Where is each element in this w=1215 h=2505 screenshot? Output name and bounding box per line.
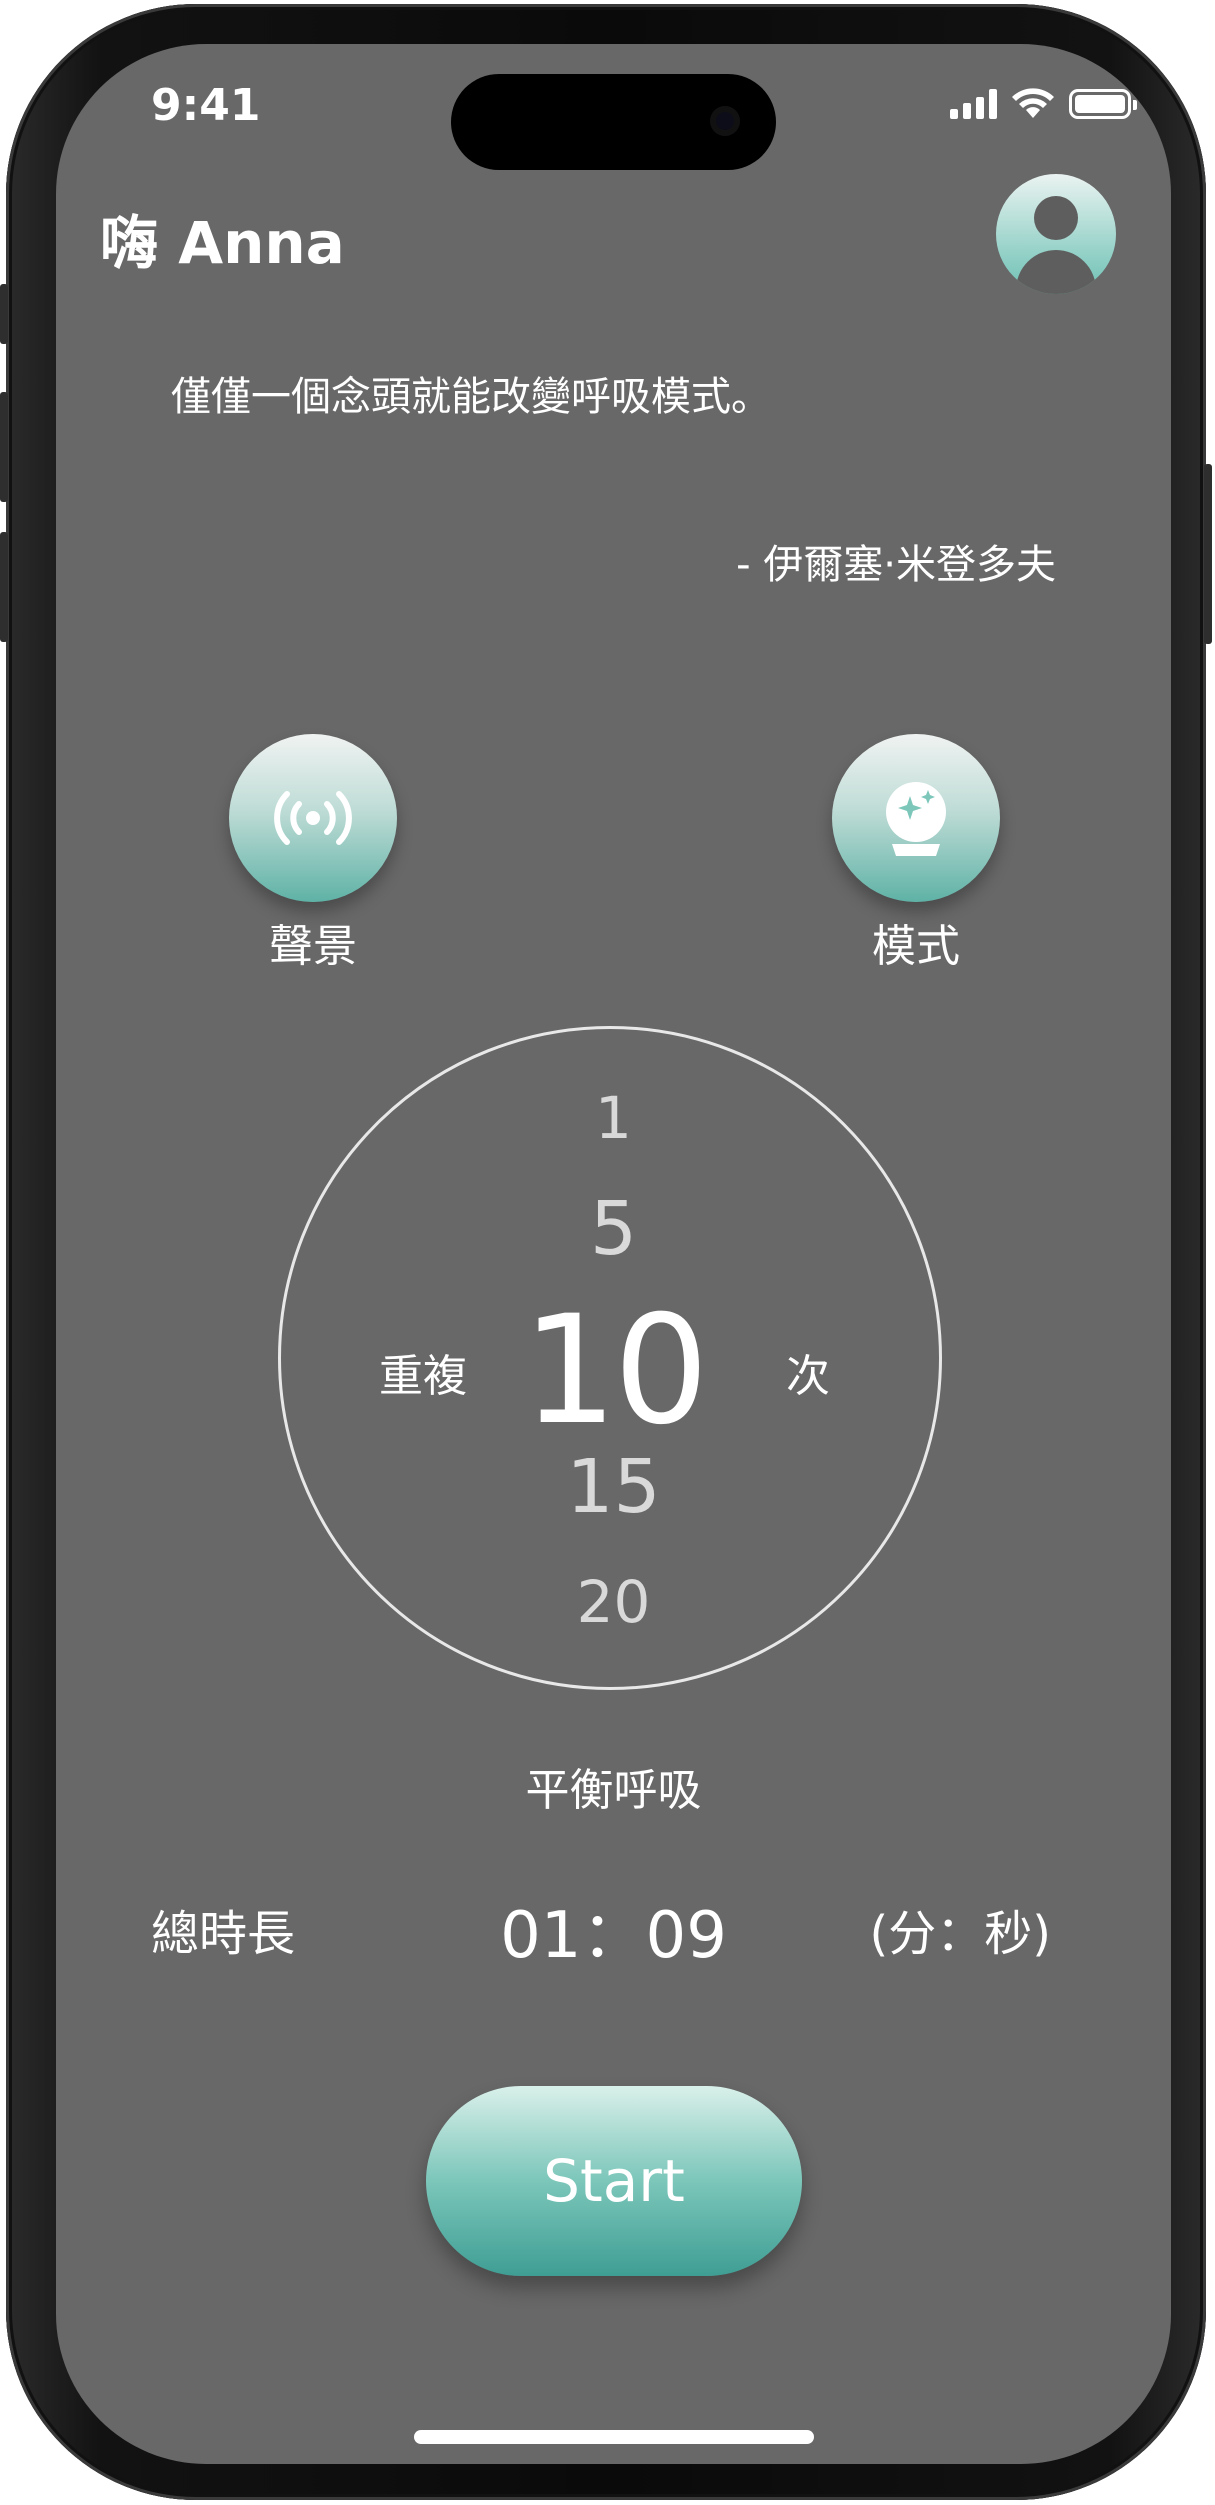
cellular-signal-icon xyxy=(950,89,997,119)
status-time: 9:41 xyxy=(151,80,261,131)
quote-author: - 伊爾塞·米登多夫 xyxy=(736,542,1056,588)
repeat-suffix-label: 次 xyxy=(786,1351,830,1402)
duration-unit-label: (分：秒) xyxy=(869,1906,1051,1962)
soundscape-button[interactable] xyxy=(229,734,397,902)
picker-option[interactable]: 1 xyxy=(56,1084,1171,1152)
picker-option[interactable]: 20 xyxy=(56,1568,1171,1636)
action-button xyxy=(0,284,8,344)
mode-button[interactable] xyxy=(832,734,1000,902)
front-camera-icon xyxy=(710,106,740,136)
status-icons xyxy=(950,88,1137,120)
breathing-mode-name: 平衡呼吸 xyxy=(525,1765,702,1816)
picker-selected-value[interactable]: 10 xyxy=(56,1284,1171,1458)
start-button[interactable]: Start xyxy=(426,2086,802,2276)
dynamic-island xyxy=(451,74,776,170)
app-screen: 9:41 嗨 Anna 僅僅一個念頭就能改變呼吸模式。 - 伊爾塞·米登多夫 聲… xyxy=(56,44,1171,2464)
picker-option[interactable]: 15 xyxy=(56,1444,1171,1530)
quote-text: 僅僅一個念頭就能改變呼吸模式。 xyxy=(171,374,771,420)
mode-label: 模式 xyxy=(872,921,960,972)
home-indicator[interactable] xyxy=(414,2430,814,2444)
broadcast-icon xyxy=(274,791,352,845)
wifi-icon xyxy=(1012,88,1054,118)
battery-icon xyxy=(1069,89,1137,119)
volume-up-button xyxy=(0,392,8,502)
repeat-prefix-label: 重複 xyxy=(379,1351,467,1402)
soundscape-label: 聲景 xyxy=(269,921,357,972)
user-avatar-icon[interactable] xyxy=(996,174,1116,294)
power-button xyxy=(1204,464,1212,644)
greeting-title: 嗨 Anna xyxy=(100,209,345,277)
crystal-ball-icon xyxy=(886,782,946,856)
volume-down-button xyxy=(0,532,8,642)
phone-frame: 9:41 嗨 Anna 僅僅一個念頭就能改變呼吸模式。 - 伊爾塞·米登多夫 聲… xyxy=(0,4,1212,2500)
picker-option[interactable]: 5 xyxy=(56,1186,1171,1272)
